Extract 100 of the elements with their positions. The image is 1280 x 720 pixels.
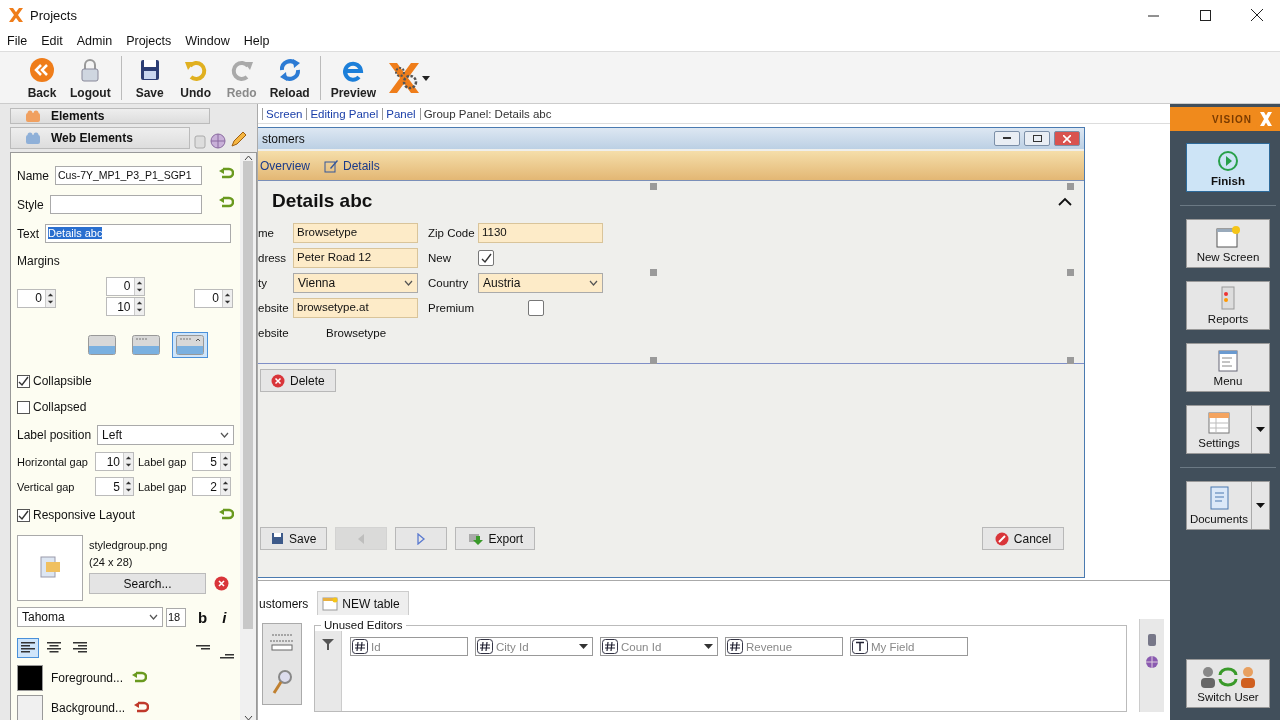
menu-item[interactable]: Projects <box>126 33 172 48</box>
form-button[interactable]: Export <box>455 527 536 550</box>
delete-button[interactable]: Delete <box>260 369 336 392</box>
color-swatch[interactable] <box>17 695 43 720</box>
checkbox[interactable] <box>478 250 494 266</box>
italic-button[interactable]: i <box>222 608 227 626</box>
scroll-down-icon[interactable] <box>243 715 253 720</box>
selection-handle <box>1067 357 1074 364</box>
editor-field[interactable]: City Id <box>475 637 593 656</box>
text-field[interactable]: 1130 <box>478 223 603 243</box>
reset-icon <box>218 508 234 522</box>
text-field[interactable]: Browsetype <box>293 223 418 243</box>
field-label: Style <box>17 197 44 212</box>
bold-button[interactable]: b <box>198 608 208 626</box>
font-size-field[interactable]: 18 <box>166 607 186 627</box>
align-right-icon <box>73 642 87 654</box>
spin-box[interactable]: 5 <box>95 477 134 496</box>
scrollbar-thumb[interactable] <box>243 161 253 629</box>
field-label: Label position <box>17 427 92 442</box>
search-button[interactable]: Search... <box>89 573 206 594</box>
dropdown[interactable]: Austria <box>478 273 603 293</box>
breadcrumb-link[interactable]: Screen <box>262 107 303 120</box>
form-tab[interactable]: Overview <box>260 158 310 173</box>
spin-box[interactable]: 5 <box>192 452 231 471</box>
color-swatch[interactable] <box>17 665 43 691</box>
accordion-header[interactable]: Web Elements <box>10 127 190 149</box>
notebook-icon <box>1208 485 1230 511</box>
spin-box[interactable]: 2 <box>192 477 231 496</box>
toolbar-button[interactable]: Undo <box>173 55 218 100</box>
breadcrumb-link[interactable]: Editing Panel <box>306 107 379 120</box>
menu-item[interactable]: Edit <box>41 33 63 48</box>
accordion-header[interactable]: Elements <box>10 108 210 124</box>
dropdown[interactable]: Left <box>97 424 234 445</box>
editor-field[interactable]: My Field <box>850 637 968 656</box>
menu-item[interactable]: Admin <box>76 33 113 48</box>
text-field[interactable]: Details abc <box>45 224 231 243</box>
caret-icon <box>589 280 598 286</box>
menu-item[interactable]: Window <box>185 33 230 48</box>
field-value: Browsetype <box>325 326 388 341</box>
close-button[interactable] <box>1054 131 1080 146</box>
align-button[interactable] <box>17 638 39 658</box>
form-tab[interactable]: Details <box>324 158 380 173</box>
editor-field[interactable]: Revenue <box>725 637 843 656</box>
tab[interactable]: NEW table <box>317 591 409 615</box>
menu-icon <box>1217 349 1239 373</box>
sidebar-button[interactable]: Finish <box>1186 143 1270 192</box>
cancel-button[interactable]: Cancel <box>982 527 1064 550</box>
menu-item[interactable]: File <box>7 33 28 48</box>
reset-icon <box>218 196 234 210</box>
globe-icon <box>1145 655 1159 669</box>
spin-box[interactable]: 0 <box>105 276 145 296</box>
spin-box[interactable]: 10 <box>95 452 134 471</box>
hash-icon <box>602 639 618 654</box>
switch-user-button[interactable]: Switch User <box>1186 659 1270 708</box>
text-field[interactable]: Peter Road 12 <box>293 248 418 268</box>
spin-box[interactable]: 10 <box>105 297 145 316</box>
field-label: Label gap <box>138 455 188 468</box>
remove-icon <box>214 576 229 591</box>
checkbox[interactable] <box>17 374 30 388</box>
scroll-up-icon[interactable] <box>243 155 253 161</box>
back-icon <box>28 55 56 84</box>
editor-field[interactable]: Coun Id <box>600 637 718 656</box>
menu-item[interactable]: Help <box>243 33 270 48</box>
block-icon <box>25 131 41 145</box>
color-label[interactable]: Background... <box>51 701 126 715</box>
caret-icon <box>404 280 413 286</box>
form-button[interactable]: Save <box>260 527 328 550</box>
sidebar-button[interactable]: Settings <box>1186 405 1270 454</box>
minimize-button[interactable] <box>994 131 1020 146</box>
editor-field[interactable]: Id <box>350 637 468 656</box>
window-icon <box>1215 225 1241 249</box>
form-title: stomers <box>262 131 306 146</box>
breadcrumb-link[interactable]: Panel <box>382 107 416 120</box>
name-field[interactable]: Cus-7Y_MP1_P3_P1_SGP1 <box>55 166 202 185</box>
checkbox[interactable] <box>528 300 544 316</box>
color-label[interactable]: Foreground... <box>51 671 124 685</box>
frame-style-button[interactable] <box>171 332 208 358</box>
sidebar-button[interactable]: Reports <box>1186 281 1270 330</box>
hash-icon <box>477 639 493 654</box>
dropdown-arrow-icon <box>579 644 588 649</box>
checkbox[interactable] <box>17 508 30 522</box>
dropdown[interactable]: Vienna <box>293 273 418 293</box>
caret-icon <box>1256 503 1265 508</box>
text-field[interactable]: browsetype.at <box>293 298 418 318</box>
checkbox[interactable] <box>17 400 30 414</box>
toolbar-button[interactable]: Logout <box>66 55 115 100</box>
checkbox-label: Responsive Layout <box>33 508 137 522</box>
style-field[interactable] <box>49 195 202 214</box>
font-dropdown[interactable]: Tahoma <box>17 607 163 627</box>
toolbar-button[interactable]: Preview <box>326 55 381 100</box>
sidebar-button[interactable]: Menu <box>1186 343 1270 392</box>
collapse-icon[interactable] <box>1058 196 1072 206</box>
maximize-button[interactable] <box>1024 131 1050 146</box>
spin-box[interactable]: 0 <box>194 288 233 308</box>
toolbar-button[interactable]: Reload <box>265 55 314 100</box>
toolbar-button[interactable]: Back <box>20 55 64 100</box>
toolbar-button[interactable]: Save <box>127 55 172 100</box>
sidebar-button[interactable]: Documents <box>1186 481 1270 530</box>
sidebar-button[interactable]: New Screen <box>1186 219 1270 268</box>
spin-box[interactable]: 0 <box>17 288 56 308</box>
